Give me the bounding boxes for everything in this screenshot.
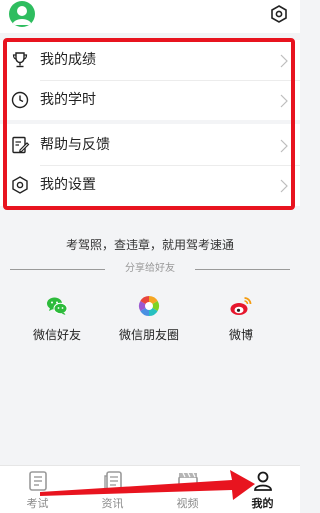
chevron-right-icon bbox=[280, 138, 288, 153]
user-avatar-icon[interactable] bbox=[9, 1, 35, 27]
menu-item-label: 我的学时 bbox=[40, 92, 96, 108]
bottom-tab-bar: 考试 资讯 视频 我的 bbox=[0, 465, 300, 513]
share-wechat-moments[interactable]: 微信朋友圈 bbox=[104, 294, 194, 346]
menu-group-support: 帮助与反馈 我的设置 bbox=[0, 124, 300, 206]
chevron-right-icon bbox=[280, 178, 288, 193]
edit-note-icon bbox=[10, 135, 30, 155]
settings-hexagon-icon bbox=[10, 175, 30, 195]
settings-icon[interactable] bbox=[269, 4, 289, 24]
tab-profile[interactable]: 我的 bbox=[225, 466, 300, 513]
chevron-right-icon bbox=[280, 93, 288, 108]
weibo-icon bbox=[229, 294, 253, 318]
tab-label: 我的 bbox=[251, 497, 274, 510]
share-section-header: 分享给好友 bbox=[10, 262, 290, 276]
slogan-text: 考驾照，查违章，就用驾考速通 bbox=[65, 238, 234, 252]
top-bar bbox=[0, 0, 300, 33]
wechat-icon bbox=[45, 294, 69, 318]
clock-icon bbox=[10, 90, 30, 110]
menu-item-my-settings[interactable]: 我的设置 bbox=[0, 165, 300, 205]
chevron-right-icon bbox=[280, 53, 288, 68]
news-icon bbox=[102, 470, 124, 492]
profile-icon bbox=[252, 470, 274, 492]
tab-label: 考试 bbox=[26, 497, 49, 510]
menu-item-my-scores[interactable]: 我的成绩 bbox=[0, 40, 300, 80]
share-label: 微博 bbox=[228, 328, 253, 342]
tab-label: 视频 bbox=[176, 497, 199, 510]
share-wechat-friends[interactable]: 微信好友 bbox=[12, 294, 102, 346]
share-label: 微信朋友圈 bbox=[118, 328, 179, 342]
menu-item-label: 我的成绩 bbox=[40, 52, 96, 68]
video-icon bbox=[177, 470, 199, 492]
tab-exam[interactable]: 考试 bbox=[0, 466, 75, 513]
menu-item-my-study-hours[interactable]: 我的学时 bbox=[0, 80, 300, 120]
menu-item-help-feedback[interactable]: 帮助与反馈 bbox=[0, 125, 300, 165]
trophy-icon bbox=[10, 50, 30, 70]
menu-item-label: 帮助与反馈 bbox=[40, 137, 110, 153]
moments-icon bbox=[137, 294, 161, 318]
menu-item-label: 我的设置 bbox=[40, 177, 96, 193]
divider-line bbox=[195, 269, 290, 270]
tab-news[interactable]: 资讯 bbox=[75, 466, 150, 513]
share-label: 微信好友 bbox=[32, 328, 81, 342]
tab-video[interactable]: 视频 bbox=[150, 466, 225, 513]
menu-group-records: 我的成绩 我的学时 bbox=[0, 40, 300, 120]
tab-label: 资讯 bbox=[101, 497, 124, 510]
share-weibo[interactable]: 微博 bbox=[196, 294, 286, 346]
exam-icon bbox=[27, 470, 49, 492]
